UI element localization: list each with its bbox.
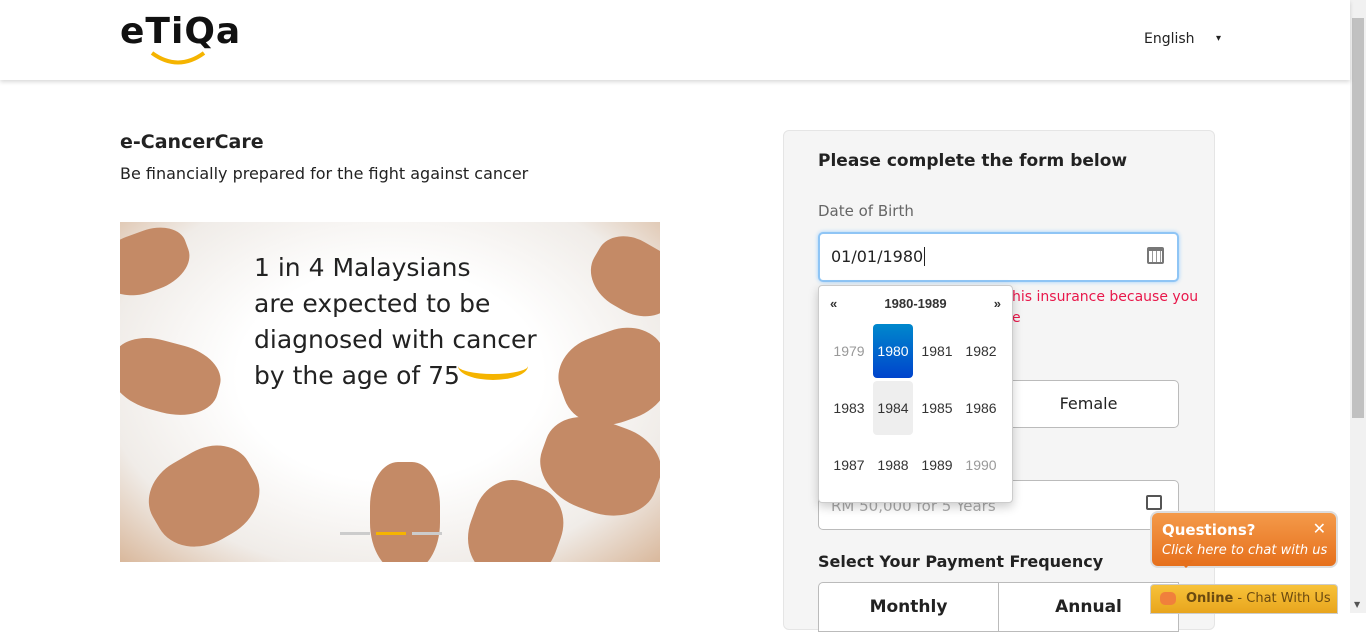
carousel-indicators xyxy=(340,532,442,535)
year-cell-1986[interactable]: 1986 xyxy=(961,381,1001,435)
year-datepicker: 1980-1989 « » 1979 1980 1981 1982 1983 1984 19… xyxy=(818,285,1013,503)
edit-icon[interactable] xyxy=(1146,495,1162,510)
year-cell-1990[interactable]: 1990 xyxy=(961,438,1001,492)
gender-female-button[interactable]: Female xyxy=(998,380,1179,428)
chevron-down-icon[interactable]: ▾ xyxy=(1216,33,1221,44)
language-select[interactable]: English xyxy=(1144,31,1195,47)
dob-input[interactable]: 01/01/1980 xyxy=(818,232,1179,282)
year-cell-1989[interactable]: 1989 xyxy=(917,438,957,492)
chat-bubble-icon xyxy=(1160,592,1176,605)
year-cell-1987[interactable]: 1987 xyxy=(829,438,869,492)
hand-image xyxy=(370,462,440,562)
form-title: Please complete the form below xyxy=(818,151,1128,171)
year-cell-1979[interactable]: 1979 xyxy=(829,324,869,378)
hand-image xyxy=(134,430,276,562)
chat-button[interactable]: Online - Chat With Us xyxy=(1150,584,1338,614)
header: eTiQa English ▾ xyxy=(0,0,1350,80)
dob-error: his insurance because you e xyxy=(1012,289,1199,326)
scroll-down-icon[interactable]: ▼ xyxy=(1354,600,1360,609)
hero-banner: 1 in 4 Malaysians are expected to be dia… xyxy=(120,222,660,562)
year-cell-1984[interactable]: 1984 xyxy=(873,381,913,435)
dob-label: Date of Birth xyxy=(818,202,914,220)
datepicker-prev-button[interactable]: « xyxy=(830,296,837,311)
page-title: e-CancerCare xyxy=(120,131,264,153)
chat-prompt[interactable]: Questions? Click here to chat with us ✕ xyxy=(1150,511,1338,568)
hand-image xyxy=(120,328,228,426)
scrollbar-thumb[interactable] xyxy=(1352,18,1364,418)
year-cell-1980[interactable]: 1980 xyxy=(873,324,913,378)
year-cell-1985[interactable]: 1985 xyxy=(917,381,957,435)
datepicker-next-button[interactable]: » xyxy=(994,296,1001,311)
carousel-dot-active[interactable] xyxy=(376,532,406,535)
etiqa-logo[interactable]: eTiQa xyxy=(120,12,240,68)
carousel-dot[interactable] xyxy=(412,532,442,535)
payment-monthly-button[interactable]: Monthly xyxy=(818,582,999,632)
year-cell-1981[interactable]: 1981 xyxy=(917,324,957,378)
carousel-dot[interactable] xyxy=(340,532,370,535)
datepicker-range[interactable]: 1980-1989 xyxy=(819,296,1012,311)
year-cell-1982[interactable]: 1982 xyxy=(961,324,1001,378)
hand-image xyxy=(578,224,660,330)
smile-graphic xyxy=(458,352,528,380)
smile-logo-icon xyxy=(150,51,206,65)
hand-image xyxy=(120,222,198,306)
scrollbar[interactable]: ▼ xyxy=(1350,0,1366,613)
calendar-icon[interactable] xyxy=(1147,247,1164,264)
page-subtitle: Be financially prepared for the fight ag… xyxy=(120,164,529,183)
payment-label: Select Your Payment Frequency xyxy=(818,552,1104,571)
close-icon[interactable]: ✕ xyxy=(1313,519,1326,538)
year-cell-1988[interactable]: 1988 xyxy=(873,438,913,492)
year-cell-1983[interactable]: 1983 xyxy=(829,381,869,435)
